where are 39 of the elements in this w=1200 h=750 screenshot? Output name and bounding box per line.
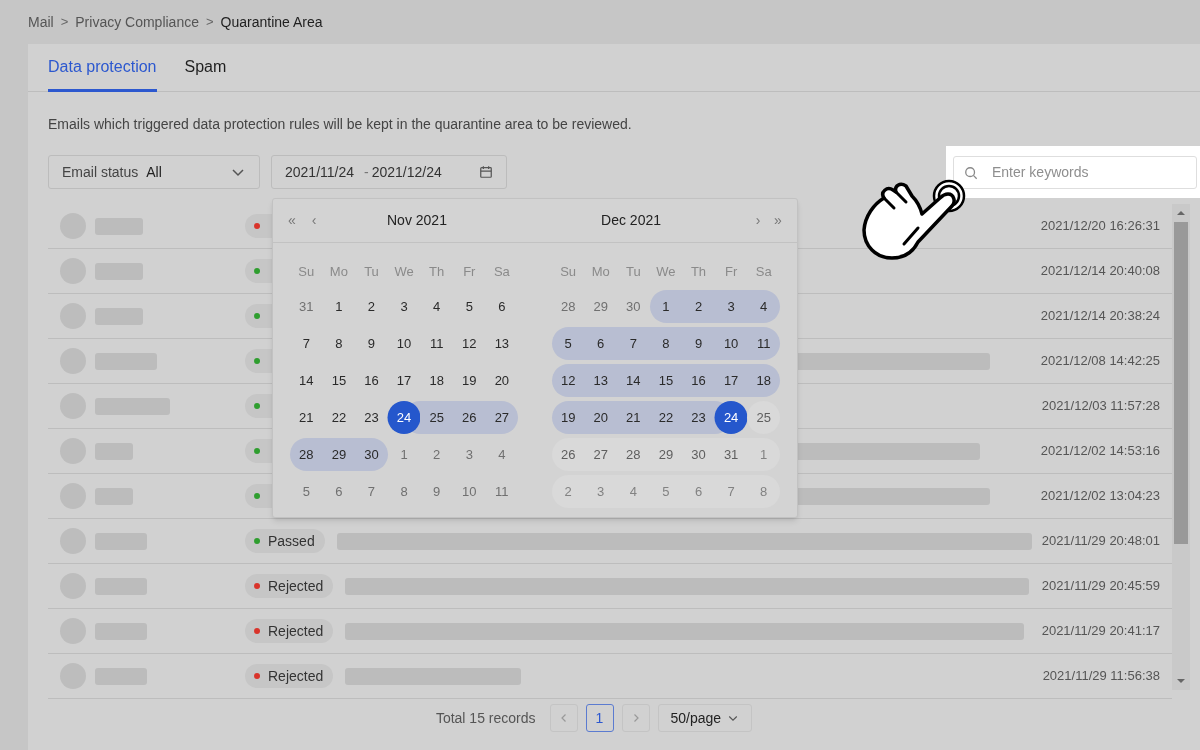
weekday-label: Mo bbox=[328, 263, 349, 282]
start-date: 2021/11/24 bbox=[285, 162, 355, 182]
date-separator: - bbox=[364, 162, 369, 182]
status-badge: Rejected bbox=[245, 664, 334, 688]
weekday-label: Fr bbox=[462, 263, 477, 282]
received-time: 2021/12/02 13:04:23 bbox=[1040, 487, 1160, 506]
total-records: Total 15 records bbox=[435, 708, 536, 728]
weekday-label: Tu bbox=[363, 263, 380, 282]
weekday-label: Su bbox=[559, 263, 578, 282]
description-text: Emails which triggered data protection rules will be kept in the quarantine area to be reviewed. bbox=[47, 115, 633, 134]
weekday-label: Sa bbox=[754, 263, 773, 282]
received-time: 2021/11/29 20:48:01 bbox=[1041, 532, 1160, 551]
month-title: Nov 2021 bbox=[387, 211, 447, 230]
end-date: 2021/12/24 bbox=[371, 162, 442, 182]
weekday-label: Tu bbox=[624, 263, 642, 282]
received-time: 2021/11/29 20:41:17 bbox=[1041, 622, 1160, 641]
received-time: 2021/12/03 11:57:28 bbox=[1041, 397, 1160, 416]
received-time: 2021/12/14 20:40:08 bbox=[1040, 262, 1160, 281]
received-time: 2021/11/29 20:45:59 bbox=[1041, 577, 1160, 596]
weekday-label: We bbox=[655, 263, 677, 282]
received-time: 2021/12/02 14:53:16 bbox=[1040, 442, 1160, 461]
weekday-label: Sa bbox=[492, 263, 511, 282]
weekday-label: Fr bbox=[723, 263, 739, 282]
received-time: 2021/11/29 11:56:38 bbox=[1042, 667, 1160, 686]
breadcrumb-item: Quarantine Area bbox=[220, 12, 323, 32]
received-time: 2021/12/20 16:26:31 bbox=[1040, 217, 1160, 236]
weekday-label: We bbox=[393, 263, 415, 282]
breadcrumb-separator: > bbox=[206, 13, 214, 32]
status-badge: Passed bbox=[245, 529, 325, 553]
received-time: 2021/12/08 14:42:25 bbox=[1040, 352, 1160, 371]
weekday-label: Su bbox=[297, 263, 316, 282]
weekday-label: Th bbox=[428, 263, 446, 282]
month-title: Dec 2021 bbox=[601, 211, 661, 230]
breadcrumb-separator: > bbox=[60, 13, 69, 32]
status-badge: Rejected bbox=[245, 619, 334, 643]
status-badge: Rejected bbox=[245, 574, 334, 598]
weekday-label: Mo bbox=[590, 263, 611, 282]
received-time: 2021/12/14 20:38:24 bbox=[1040, 307, 1160, 326]
weekday-label: Th bbox=[689, 263, 708, 282]
